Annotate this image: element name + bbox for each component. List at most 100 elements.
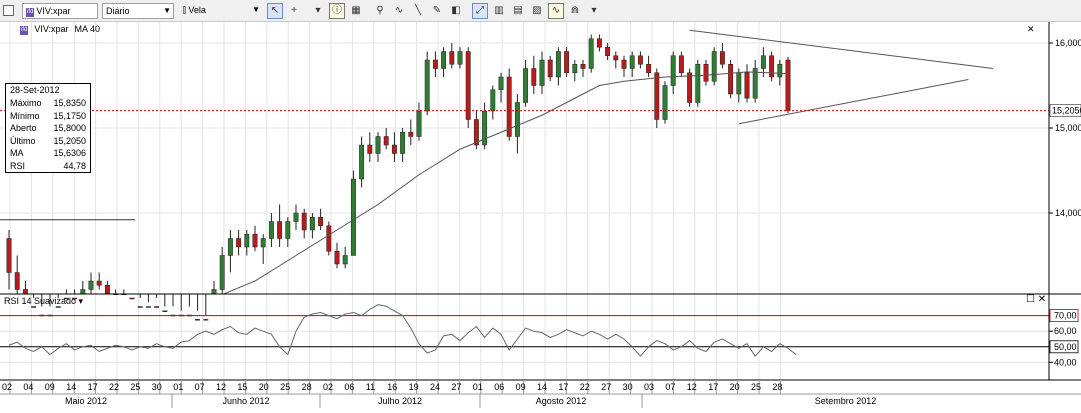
date-label: 24 (430, 382, 440, 392)
candle-body (605, 47, 611, 56)
info-label: Mínimo (10, 110, 40, 121)
maximize-icon[interactable]: ☐ (1026, 294, 1035, 305)
date-label: 11 (366, 382, 375, 392)
date-label: 07 (665, 382, 675, 392)
info-row: Último 15,2050 (6, 135, 90, 148)
legend-symbol[interactable]: VIV:xpar (34, 24, 68, 34)
candle-body (596, 38, 602, 48)
wave-icon[interactable]: ∿ (548, 3, 564, 19)
candle-body (88, 280, 94, 290)
candle (367, 132, 373, 162)
candle (752, 60, 758, 103)
candle (203, 294, 209, 321)
candle (391, 132, 397, 162)
candle (145, 294, 151, 308)
date-label: 17 (708, 382, 718, 392)
rsi-line (8, 304, 797, 357)
crosshair-icon[interactable]: + (286, 3, 302, 19)
candle (703, 60, 709, 86)
candle (687, 68, 693, 107)
candle (719, 43, 725, 69)
template-icon[interactable]: ▤ (510, 3, 526, 19)
candle-body (728, 64, 734, 95)
candle (375, 132, 381, 162)
candle (539, 51, 545, 94)
candle (326, 221, 332, 256)
scale-icon[interactable]: ▨ (529, 3, 545, 19)
chevron-down-icon: ▼ (252, 5, 260, 14)
date-label: 09 (516, 382, 526, 392)
rsi-panel-controls[interactable]: ☐ ✕ (1026, 294, 1046, 305)
price-axis-label: 14,000 (1055, 208, 1081, 218)
line-tool-icon[interactable]: ╲ (410, 3, 426, 19)
fit-icon[interactable]: ⤢ (472, 3, 488, 19)
candle (555, 47, 561, 86)
zoom-icon[interactable]: ⚲ (372, 3, 388, 19)
magnet-icon[interactable]: ⋒ (567, 3, 583, 19)
candle (170, 294, 176, 317)
date-label: 12 (687, 382, 697, 392)
close-icon[interactable]: ✕ (1038, 294, 1046, 305)
panel-close-icon[interactable]: ✕ (1027, 24, 1035, 35)
candle-body (432, 59, 438, 69)
candle (482, 102, 488, 150)
candle-body (695, 64, 701, 103)
candle-body (654, 72, 660, 120)
candle (162, 294, 168, 312)
candle-body (145, 306, 151, 308)
candle-body (473, 119, 479, 146)
dropdown-icon[interactable]: ▾ (310, 3, 326, 19)
cursor-icon[interactable]: ↖ (267, 3, 283, 19)
date-label: 06 (494, 382, 504, 392)
menu-icon[interactable]: ▾ (586, 3, 602, 19)
month-label: Setembro 2012 (815, 396, 877, 406)
candle-body (424, 59, 430, 112)
candle-body (162, 310, 168, 312)
date-label: 25 (130, 382, 140, 392)
candle (744, 64, 750, 103)
period-text: Diário (106, 6, 130, 16)
draw-icon[interactable]: ✎ (429, 3, 445, 19)
candle-body (646, 64, 652, 73)
period-select[interactable]: Diário ▼ (102, 3, 174, 19)
chart-area[interactable]: ifd VIV:xpar MA 40 ✕ RSI 14 Suavizado ▾ ☐ … (0, 22, 1081, 413)
info-label: RSI (10, 160, 26, 171)
date-label: 04 (23, 382, 33, 392)
candle-body (760, 55, 766, 69)
candle-body (457, 51, 463, 65)
candle (588, 34, 594, 73)
candle-body (227, 238, 233, 256)
candle (129, 293, 135, 300)
candle-body (309, 217, 315, 231)
candle (572, 60, 578, 82)
candle (400, 128, 406, 162)
compare-icon[interactable]: ▥ (491, 3, 507, 19)
candle-body (465, 51, 471, 120)
date-label: 22 (580, 382, 590, 392)
candle-body (375, 136, 381, 154)
info-rows: Máximo 15,8350 Mínimo 15,1750 Aberto 15,8000 Ú… (6, 97, 90, 172)
info-icon[interactable]: ⓘ (329, 3, 345, 19)
candle-body (514, 102, 520, 137)
candle (301, 208, 307, 239)
info-row: Aberto 15,8000 (6, 122, 90, 135)
chart-type-select[interactable]: ⫿ Vela ▼ (180, 3, 262, 19)
candle-body (736, 72, 742, 95)
rsi-legend[interactable]: RSI 14 Suavizado ▾ (4, 296, 83, 307)
info-date: 28-Set-2012 (10, 85, 60, 95)
date-label: 01 (473, 382, 483, 392)
current-price-label: 15,2050 (1052, 106, 1081, 116)
candle (408, 119, 414, 145)
legend-indicator[interactable]: MA 40 (75, 24, 101, 34)
symbol-input[interactable]: ifd VIV:xpar (22, 3, 98, 19)
candle-body (506, 76, 512, 137)
indicators-icon[interactable]: ∿ (391, 3, 407, 19)
price-axis-label: 15,000 (1055, 123, 1081, 133)
paint-icon[interactable]: ◧ (448, 3, 464, 19)
date-axis: 02 04 09 14 17 22 25 30 01 07 12 15 20 25 28 02 06 11 16 19… (0, 380, 1081, 408)
date-label: 19 (409, 382, 419, 392)
grid-icon[interactable]: ▦ (348, 3, 364, 19)
info-value: 15,8350 (53, 98, 86, 108)
candle (318, 208, 324, 230)
ifd-badge: ifd (20, 26, 29, 35)
